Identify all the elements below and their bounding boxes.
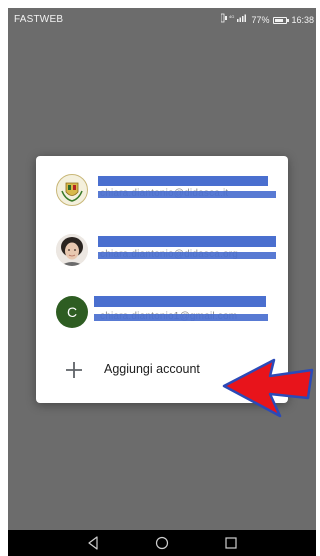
status-icons: 4G 77% 16:38 — [221, 8, 314, 32]
account-item-3[interactable]: C chiara.diantonio1@gmail.com — [36, 284, 288, 344]
redacted-name — [94, 296, 266, 307]
account-item-1[interactable]: chiara.diantonio@didasca.it — [36, 160, 288, 220]
add-account-label: Aggiungi account — [104, 362, 200, 376]
redacted-name — [98, 236, 276, 247]
status-bar: FASTWEB 4G 77% 16:38 — [8, 8, 316, 32]
account-item-2[interactable]: chiara.diantonio@didasca.org — [36, 220, 288, 280]
letter-avatar: C — [56, 296, 88, 328]
phone-screen: FASTWEB 4G 77% 16:38 C Aggiungi account — [8, 8, 316, 556]
red-arrow-icon — [222, 358, 314, 418]
battery-fill — [275, 18, 284, 22]
back-icon[interactable] — [86, 536, 100, 550]
carrier-name: FASTWEB — [14, 14, 64, 25]
redacted-email — [98, 252, 276, 259]
recents-icon[interactable] — [224, 536, 238, 550]
plus-icon — [64, 360, 84, 380]
redacted-email — [98, 191, 276, 198]
battery-percent: 77% — [251, 15, 270, 25]
redacted-name — [98, 176, 268, 186]
battery-icon — [273, 16, 290, 24]
photo-icon — [56, 234, 88, 266]
redacted-email — [94, 314, 268, 321]
crest-logo-icon — [56, 174, 88, 206]
signal-icon: 4G — [221, 8, 247, 32]
navigation-bar — [8, 530, 316, 556]
clock: 16:38 — [291, 15, 314, 25]
svg-text:4G: 4G — [229, 14, 234, 19]
home-icon[interactable] — [155, 536, 169, 550]
